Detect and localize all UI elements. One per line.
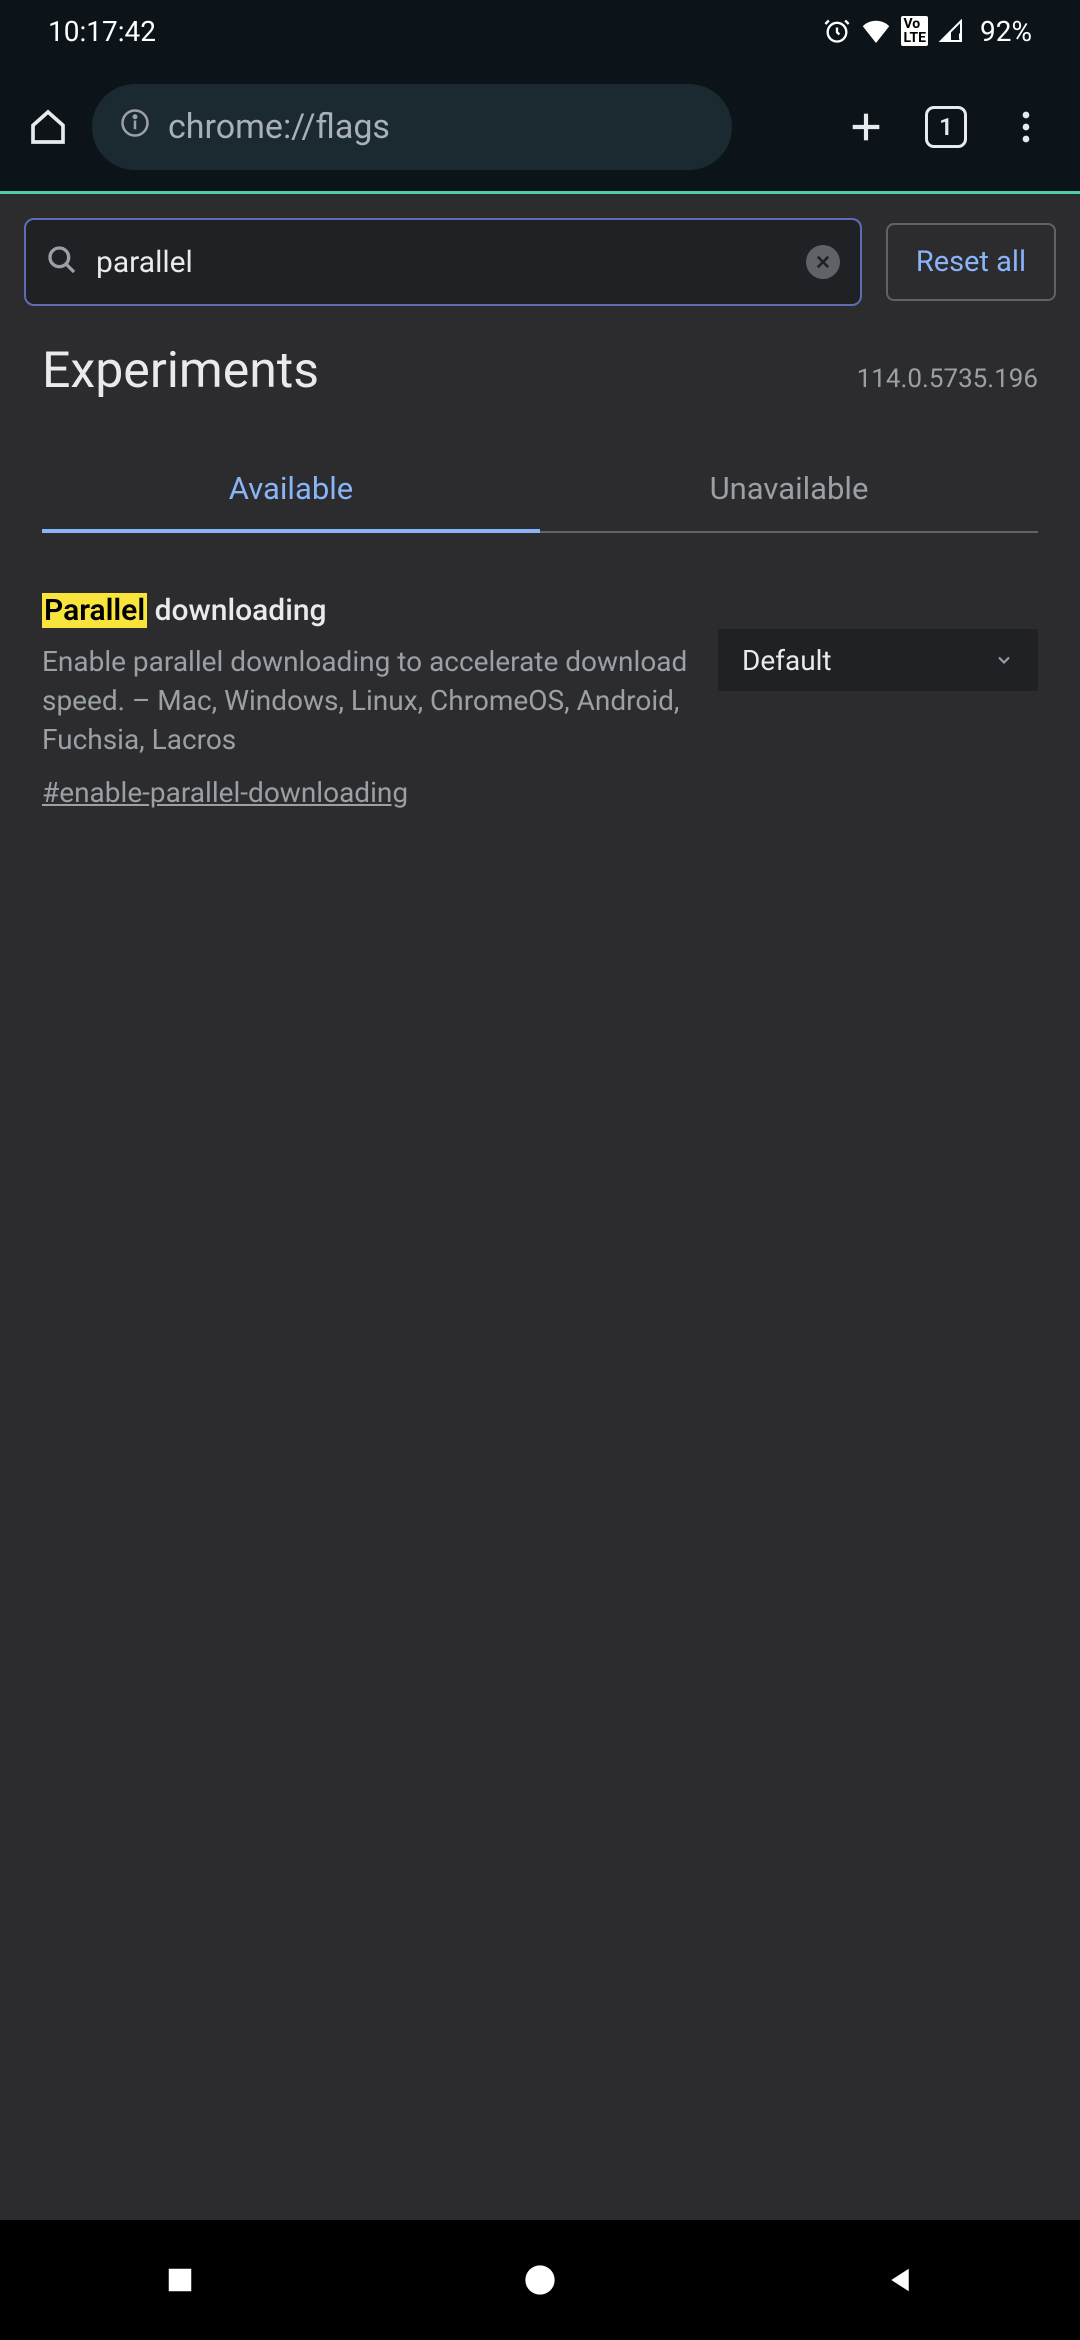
nav-recents-button[interactable] [120,2250,240,2310]
tab-switcher-button[interactable]: 1 [916,97,976,157]
flags-page: Reset all Experiments 114.0.5735.196 Ava… [0,194,1080,2220]
battery-level: 92% [980,15,1032,48]
status-bar: 10:17:42 VoLTE ! 92% [0,0,1080,62]
nav-back-button[interactable] [840,2250,960,2310]
wifi-icon [861,19,891,43]
svg-text:!: ! [958,31,961,43]
search-icon [46,244,78,280]
chevron-down-icon [994,644,1014,677]
overflow-menu-button[interactable] [996,97,1056,157]
clear-search-button[interactable] [806,245,840,279]
flag-description: Enable parallel downloading to accelerat… [42,642,690,760]
status-time: 10:17:42 [48,15,156,48]
url-text: chrome://flags [168,107,390,147]
system-nav-bar [0,2220,1080,2340]
version-label: 114.0.5735.196 [857,364,1038,394]
flag-title: Parallel downloading [42,593,690,628]
tab-available[interactable]: Available [42,448,540,533]
flag-title-highlight: Parallel [42,593,147,628]
flag-row: Parallel downloading Enable parallel dow… [0,533,1080,809]
new-tab-button[interactable] [836,97,896,157]
status-indicators: VoLTE ! 92% [823,15,1032,48]
page-title: Experiments [42,342,319,400]
browser-toolbar: chrome://flags 1 [0,62,1080,194]
home-button[interactable] [24,103,72,151]
tab-unavailable[interactable]: Unavailable [540,448,1038,533]
tabs: Available Unavailable [0,448,1080,533]
volte-icon: VoLTE [901,16,928,46]
search-input[interactable] [96,245,788,280]
flag-title-rest: downloading [147,593,326,628]
flag-anchor-link[interactable]: #enable-parallel-downloading [42,776,408,809]
tab-count: 1 [925,106,967,148]
nav-home-button[interactable] [480,2250,600,2310]
url-bar[interactable]: chrome://flags [92,84,732,170]
search-box[interactable] [24,218,862,306]
flag-dropdown[interactable]: Default [718,629,1038,691]
alarm-icon [823,17,851,45]
reset-all-button[interactable]: Reset all [886,223,1056,301]
info-icon [120,107,150,147]
flag-dropdown-value: Default [742,644,832,677]
signal-icon: ! [938,19,964,43]
